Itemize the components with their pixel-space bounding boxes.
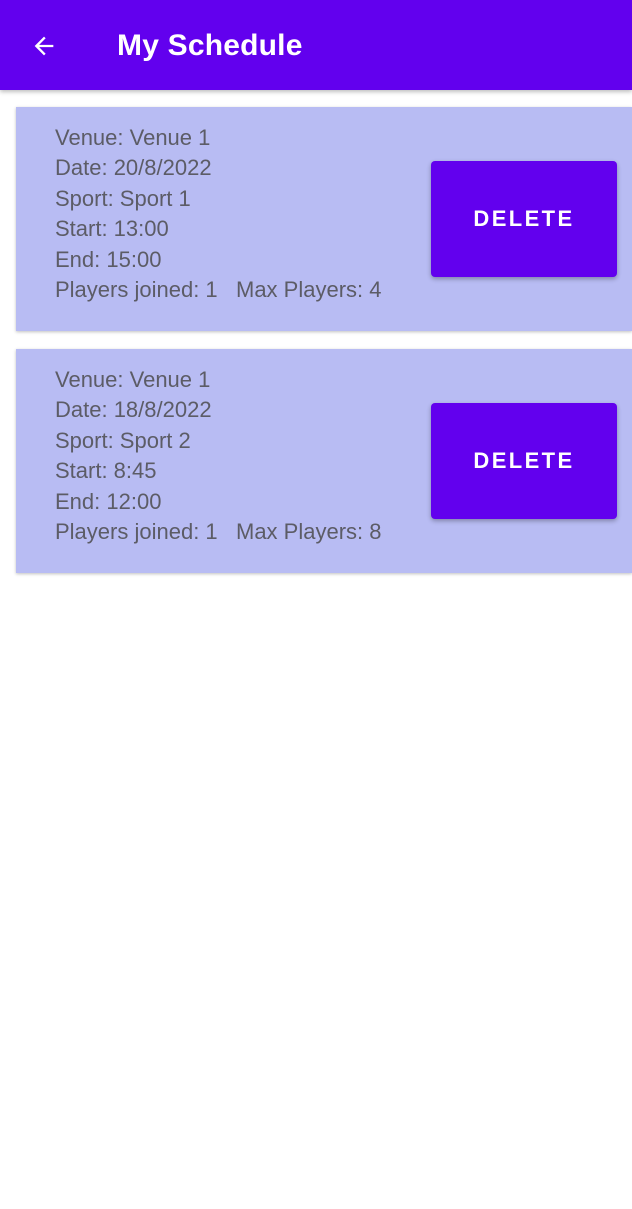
max-players-text: Max Players: 8	[236, 519, 382, 545]
app-bar: My Schedule	[0, 0, 632, 90]
max-players-text: Max Players: 4	[236, 277, 382, 303]
date-text: Date: 18/8/2022	[55, 397, 212, 423]
venue-text: Venue: Venue 1	[55, 367, 211, 392]
players-joined-text: Players joined: 1	[55, 277, 218, 303]
page-title: My Schedule	[117, 29, 303, 62]
start-time-text: Start: 13:00	[55, 216, 169, 242]
end-time-text: End: 15:00	[55, 246, 162, 272]
delete-button[interactable]: DELETE	[431, 403, 617, 519]
sport-text: Sport: Sport 2	[55, 427, 191, 453]
schedule-card: Venue: Venue 1 Date: 20/8/2022 Sport: Sp…	[16, 107, 632, 331]
schedule-card: Venue: Venue 1 Date: 18/8/2022 Sport: Sp…	[16, 349, 632, 573]
players-line: Players joined: 1 Max Players: 8	[55, 517, 382, 547]
schedule-details: Venue: Venue 1 Date: 20/8/2022 Sport: Sp…	[55, 123, 382, 305]
players-joined-text: Players joined: 1	[55, 519, 218, 545]
start-time-text: Start: 8:45	[55, 458, 157, 484]
sport-text: Sport: Sport 1	[55, 185, 191, 211]
schedule-list: Venue: Venue 1 Date: 20/8/2022 Sport: Sp…	[0, 107, 632, 591]
venue-text: Venue: Venue 1	[55, 125, 211, 150]
end-time-text: End: 12:00	[55, 488, 162, 514]
arrow-back-icon	[34, 36, 54, 56]
delete-button[interactable]: DELETE	[431, 161, 617, 277]
date-text: Date: 20/8/2022	[55, 155, 212, 181]
schedule-details: Venue: Venue 1 Date: 18/8/2022 Sport: Sp…	[55, 365, 382, 547]
back-button[interactable]	[22, 24, 66, 68]
players-line: Players joined: 1 Max Players: 4	[55, 275, 382, 305]
